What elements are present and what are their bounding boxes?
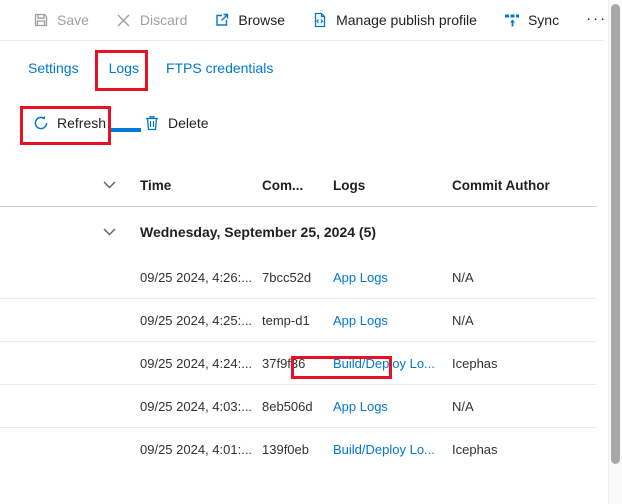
row-commit-author: N/A [452, 399, 597, 414]
row-time: 09/25 2024, 4:26:... [140, 270, 262, 285]
column-header-commit[interactable]: Com... [262, 178, 333, 193]
browse-label: Browse [238, 12, 285, 28]
discard-button[interactable]: Discard [116, 12, 187, 28]
manage-publish-profile-button[interactable]: Manage publish profile [312, 12, 477, 28]
ellipsis-icon: ··· [586, 10, 607, 27]
delete-label: Delete [168, 115, 208, 131]
publish-profile-file-icon [312, 12, 328, 28]
tab-logs[interactable]: Logs [109, 60, 139, 76]
row-commit-id: temp-d1 [262, 313, 333, 328]
row-time: 09/25 2024, 4:03:... [140, 399, 262, 414]
trash-icon [144, 115, 160, 131]
toolbar: Save Discard Browse Manage publish profi… [0, 0, 604, 41]
delete-button[interactable]: Delete [144, 115, 208, 131]
table-row[interactable]: 09/25 2024, 4:26:... 7bcc52d App Logs N/… [0, 256, 597, 299]
more-commands-button[interactable]: ··· [586, 10, 607, 31]
tab-bar: Settings Logs FTPS credentials [0, 41, 622, 95]
app-logs-link[interactable]: App Logs [333, 270, 388, 285]
row-time: 09/25 2024, 4:24:... [140, 356, 262, 371]
collapse-all-chevron[interactable] [45, 181, 140, 189]
table-row[interactable]: 09/25 2024, 4:24:... 37f9f36 Build/Deplo… [0, 342, 597, 385]
discard-label: Discard [140, 12, 187, 28]
row-commit-author: N/A [452, 270, 597, 285]
row-time: 09/25 2024, 4:01:... [140, 442, 262, 457]
deployment-logs-table: Time Com... Logs Commit Author Wednesday… [0, 164, 622, 471]
table-row[interactable]: 09/25 2024, 4:25:... temp-d1 App Logs N/… [0, 299, 597, 342]
scrollbar-thumb[interactable] [611, 4, 620, 464]
group-header-row: Wednesday, September 25, 2024 (5) [0, 207, 597, 256]
row-commit-author: Icephas [452, 356, 597, 371]
browse-button[interactable]: Browse [214, 12, 285, 28]
sync-icon [504, 12, 520, 28]
row-commit-id: 7bcc52d [262, 270, 333, 285]
table-row[interactable]: 09/25 2024, 4:03:... 8eb506d App Logs N/… [0, 385, 597, 428]
manage-publish-profile-label: Manage publish profile [336, 12, 477, 28]
row-commit-id: 37f9f36 [262, 356, 333, 371]
row-commit-id: 139f0eb [262, 442, 333, 457]
active-tab-indicator [108, 128, 141, 132]
save-label: Save [57, 12, 89, 28]
table-header-row: Time Com... Logs Commit Author [0, 164, 597, 207]
row-commit-id: 8eb506d [262, 399, 333, 414]
save-icon [33, 12, 49, 28]
refresh-button[interactable]: Refresh [33, 115, 106, 131]
column-header-commit-author[interactable]: Commit Author [452, 178, 597, 193]
group-header-label: Wednesday, September 25, 2024 (5) [140, 224, 597, 240]
command-bar: Refresh Delete [0, 95, 622, 151]
build-deploy-logs-link[interactable]: Build/Deploy Lo... [333, 442, 435, 457]
row-commit-author: Icephas [452, 442, 597, 457]
build-deploy-logs-link[interactable]: Build/Deploy Lo... [333, 356, 435, 371]
external-link-icon [214, 12, 230, 28]
column-header-time[interactable]: Time [140, 178, 262, 193]
deployment-center-page: Save Discard Browse Manage publish profi… [0, 0, 622, 504]
sync-button[interactable]: Sync [504, 12, 559, 28]
refresh-icon [33, 115, 49, 131]
tab-ftps-credentials[interactable]: FTPS credentials [166, 60, 273, 76]
refresh-label: Refresh [57, 115, 106, 131]
chevron-down-icon[interactable] [45, 228, 140, 236]
table-row[interactable]: 09/25 2024, 4:01:... 139f0eb Build/Deplo… [0, 428, 597, 471]
column-header-logs[interactable]: Logs [333, 178, 452, 193]
app-logs-link[interactable]: App Logs [333, 313, 388, 328]
app-logs-link[interactable]: App Logs [333, 399, 388, 414]
sync-label: Sync [528, 12, 559, 28]
save-button[interactable]: Save [33, 12, 89, 28]
tab-settings[interactable]: Settings [28, 60, 79, 76]
close-icon [116, 12, 132, 28]
vertical-scrollbar[interactable] [608, 0, 622, 504]
row-commit-author: N/A [452, 313, 597, 328]
row-time: 09/25 2024, 4:25:... [140, 313, 262, 328]
